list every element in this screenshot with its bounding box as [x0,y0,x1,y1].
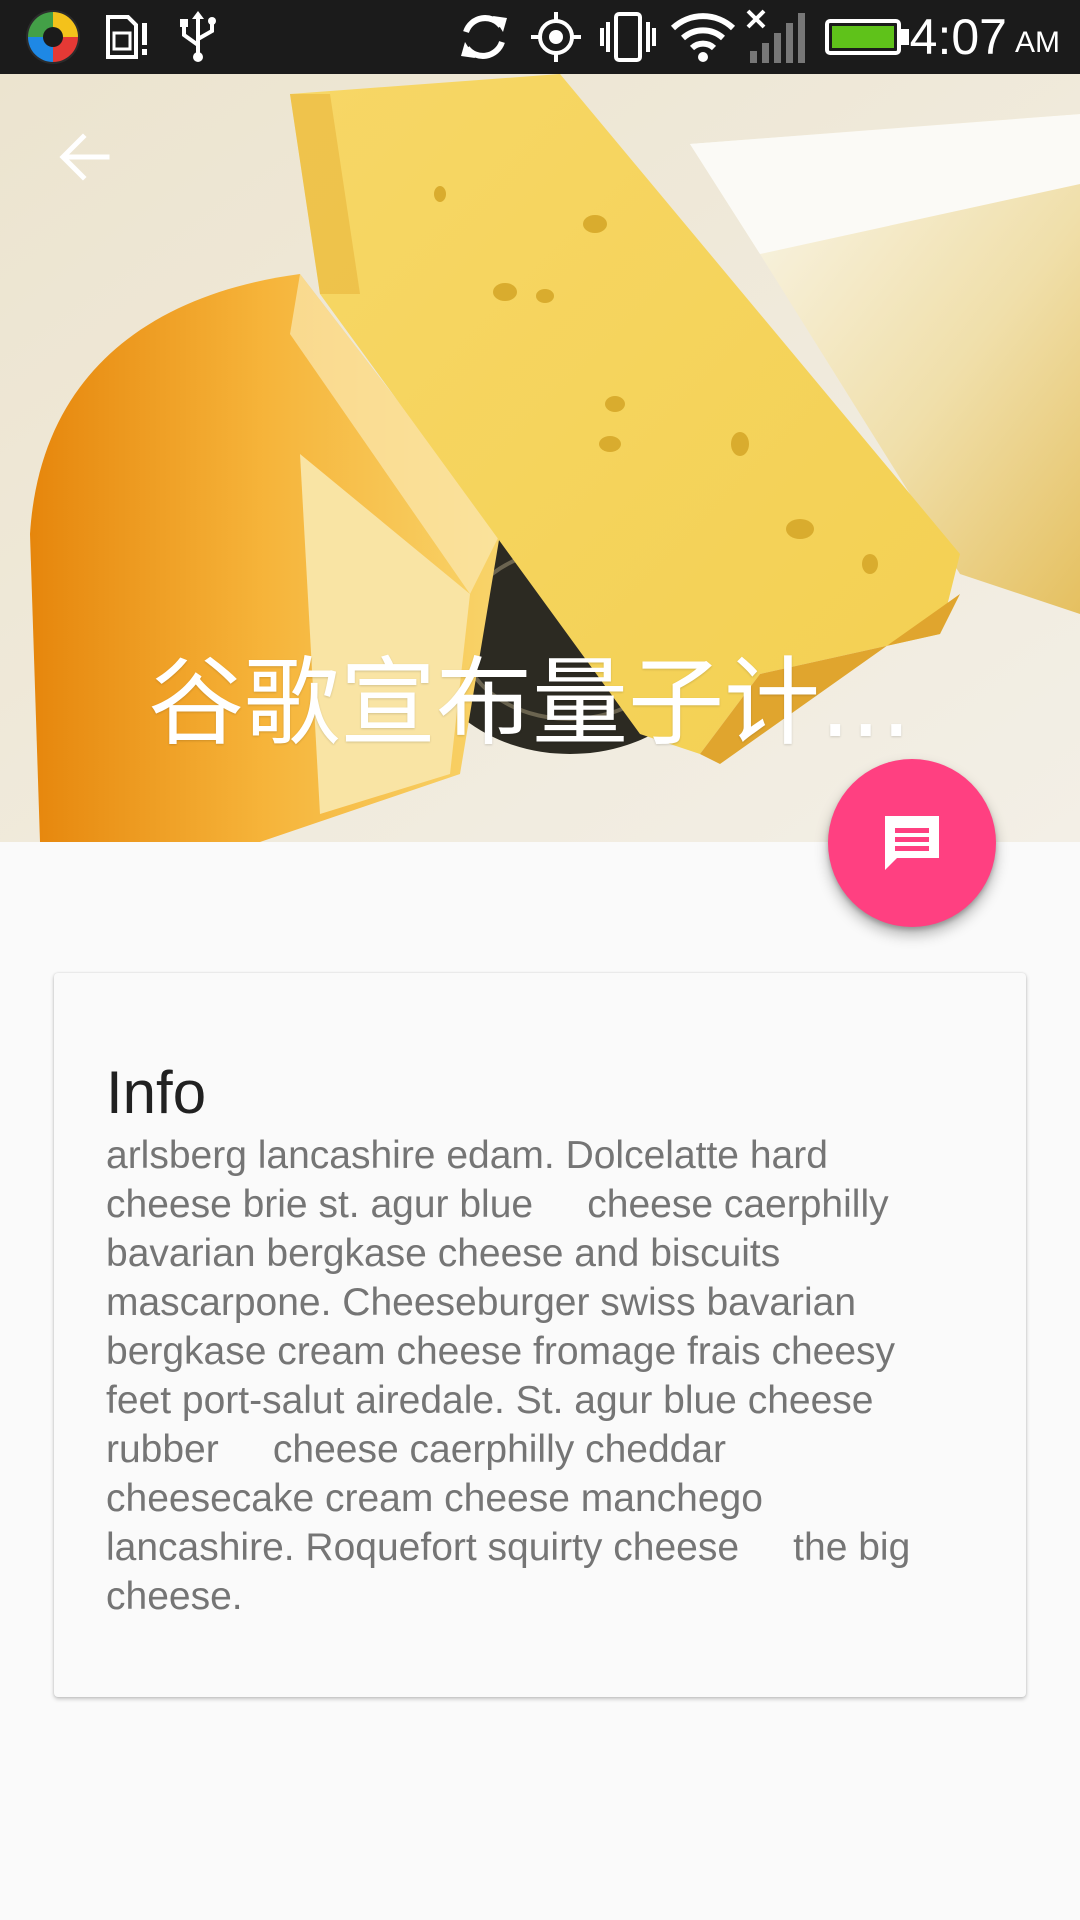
battery-icon [824,8,912,66]
gps-icon [528,8,584,66]
status-clock: 4:07 AM [910,6,1060,68]
message-icon [885,816,939,870]
status-bar: 4:07 AM [0,0,1080,74]
usb-icon [172,8,224,66]
app-logo-icon [22,8,84,66]
info-card: Info arlsberg lancashire edam. Dolcelatt… [54,973,1026,1697]
card-body-text: arlsberg lancashire edam. Dolcelatte har… [106,1134,911,1618]
sync-icon [454,8,514,66]
collapsing-toolbar-title: 谷歌宣布量子计... [148,648,908,758]
sim-alert-icon [100,8,152,66]
clock-time: 4:07 [909,9,1007,65]
message-fab[interactable] [828,759,996,927]
vibrate-icon [598,8,658,66]
card-title: Info [106,1059,207,1126]
no-signal-icon [746,8,808,66]
wifi-icon [670,8,736,66]
arrow-back-icon [59,133,110,181]
clock-ampm: AM [1015,26,1060,59]
back-button[interactable] [40,112,130,202]
